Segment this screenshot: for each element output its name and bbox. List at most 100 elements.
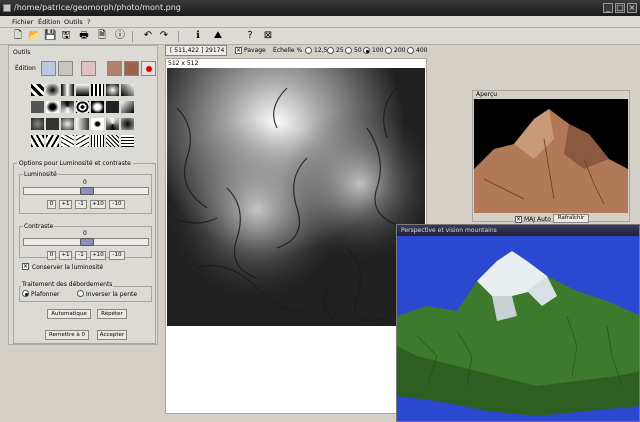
scale-option-label: 12,5	[314, 47, 328, 54]
luminosity-slider[interactable]	[23, 187, 149, 195]
automatic-button[interactable]: Automatique	[47, 309, 91, 319]
menu-fichier[interactable]: Fichier	[12, 18, 33, 26]
dark-filter-icon[interactable]	[46, 118, 59, 130]
menu-edition[interactable]: Édition	[38, 18, 61, 26]
contrast-btn-plus10[interactable]: +10	[90, 251, 106, 260]
menu-outils[interactable]: Outils	[64, 18, 83, 26]
scale-radio-25[interactable]	[327, 47, 334, 54]
accept-button[interactable]: Accepter	[97, 330, 127, 340]
overflow-cap-radio[interactable]	[22, 290, 29, 297]
noise-filter-icon[interactable]	[31, 118, 44, 130]
info-icon[interactable]: ⓘ	[114, 30, 126, 42]
toolbar-separator	[178, 31, 179, 42]
branch-filter-icon[interactable]	[31, 135, 44, 147]
contrast-btn-minus10[interactable]: -10	[109, 251, 125, 260]
toolbar-separator	[132, 31, 133, 42]
minimize-button[interactable]: _	[603, 3, 613, 13]
info-icon[interactable]: ℹ	[192, 30, 204, 42]
river-filter-icon[interactable]	[46, 135, 59, 147]
circle-filter-icon[interactable]	[91, 101, 104, 113]
repeat-button[interactable]: Répéter	[97, 309, 127, 319]
refresh-button[interactable]: Rafraîchir	[553, 214, 589, 223]
scale-radio-200[interactable]	[385, 47, 392, 54]
luminosity-value: 0	[83, 179, 87, 186]
contrast-btn-0[interactable]: 0	[47, 251, 56, 260]
help-icon[interactable]: ?	[244, 30, 256, 42]
network-filter-icon[interactable]	[121, 135, 134, 147]
peak-filter-icon[interactable]	[46, 84, 59, 96]
erosion-filter-icon[interactable]	[121, 118, 134, 130]
crater-filter-icon[interactable]	[106, 84, 119, 96]
channel-filter-icon[interactable]	[91, 135, 104, 147]
scale-radio-400[interactable]	[407, 47, 414, 54]
luminosity-btn-plus1[interactable]: +1	[59, 200, 72, 209]
corner-filter-icon[interactable]	[121, 101, 134, 113]
pavage-checkbox[interactable]: ✕	[235, 47, 242, 54]
render-icon[interactable]: ⛰	[212, 30, 224, 42]
luminosity-btn-minus1[interactable]: -1	[75, 200, 87, 209]
vein-filter-icon[interactable]	[76, 135, 89, 147]
terrain-tool-icon[interactable]	[107, 61, 122, 76]
contrast-label: Contraste	[23, 223, 55, 230]
heightmap-canvas[interactable]	[167, 68, 425, 326]
render-window: Perspective et vision mountains	[396, 224, 640, 422]
render-image	[397, 236, 639, 421]
mountain-tool-icon[interactable]	[124, 61, 139, 76]
luminosity-slider-knob[interactable]	[80, 187, 94, 195]
new-icon[interactable]: 🗋	[12, 30, 24, 42]
maximize-button[interactable]: □	[615, 3, 625, 13]
luminosity-btn-minus10[interactable]: -10	[109, 200, 125, 209]
ridge-filter-icon[interactable]	[61, 84, 74, 96]
tile-filter-icon[interactable]	[31, 101, 44, 113]
solid-filter-icon[interactable]	[106, 101, 119, 113]
redo-icon[interactable]: ↷	[158, 30, 170, 42]
scale-option-label: 25	[336, 47, 344, 54]
overflow-invert-radio[interactable]	[77, 290, 84, 297]
cross-filter-icon[interactable]	[61, 101, 74, 113]
ripple-filter-icon[interactable]	[76, 101, 89, 113]
blur-filter-icon[interactable]	[61, 118, 74, 130]
preserve-luminosity-checkbox[interactable]: ✕	[22, 263, 29, 270]
contrast-slider-knob[interactable]	[80, 238, 94, 246]
contrast-btn-minus1[interactable]: -1	[75, 251, 87, 260]
scale-radio-100[interactable]	[363, 47, 370, 54]
window-menu-icon[interactable]	[3, 4, 11, 12]
save-as-icon[interactable]: 🖫	[60, 30, 72, 42]
slope-filter-icon[interactable]	[76, 84, 89, 96]
save-icon[interactable]: 💾	[44, 30, 56, 42]
menu-help[interactable]: ?	[87, 18, 90, 26]
luminosity-label: Luminosité	[23, 171, 58, 178]
contrast-btn-plus1[interactable]: +1	[59, 251, 72, 260]
checker-filter-icon[interactable]	[31, 84, 44, 96]
undo-icon[interactable]: ↶	[142, 30, 154, 42]
drain-filter-icon[interactable]	[106, 135, 119, 147]
reset-button[interactable]: Remettre à 0	[45, 330, 89, 340]
scale-radio-50[interactable]	[345, 47, 352, 54]
gradient-filter-icon[interactable]	[121, 84, 134, 96]
record-tool-icon[interactable]	[141, 61, 156, 76]
close-window-button[interactable]: ×	[627, 3, 637, 13]
menu-bar: Fichier Édition Outils ?	[0, 16, 640, 28]
crack-filter-icon[interactable]	[61, 135, 74, 147]
scale-option-label: 400	[416, 47, 428, 54]
print-icon[interactable]: 🖶	[78, 30, 90, 42]
swirl-filter-icon[interactable]	[106, 118, 119, 130]
dot-filter-icon[interactable]	[46, 101, 59, 113]
maj-auto-checkbox[interactable]: ✕	[515, 216, 522, 223]
luminosity-btn-plus10[interactable]: +10	[90, 200, 106, 209]
stripes-filter-icon[interactable]	[91, 84, 104, 96]
overflow-label: Traitement des débordements	[21, 281, 114, 288]
pencil-tool-icon[interactable]	[58, 61, 73, 76]
lighten-filter-icon[interactable]	[76, 118, 89, 130]
canvas-size: 512 x 512	[168, 60, 199, 67]
open-icon[interactable]: 📂	[28, 30, 40, 42]
preview-image	[474, 99, 628, 213]
spot-filter-icon[interactable]	[91, 118, 104, 130]
transform-tool-icon[interactable]	[81, 61, 96, 76]
luminosity-btn-0[interactable]: 0	[47, 200, 56, 209]
brush-tool-icon[interactable]	[41, 61, 56, 76]
close-icon[interactable]: ⊠	[262, 30, 274, 42]
contrast-slider[interactable]	[23, 238, 149, 246]
properties-icon[interactable]: 🗎	[96, 30, 108, 42]
scale-radio-12-5[interactable]	[305, 47, 312, 54]
